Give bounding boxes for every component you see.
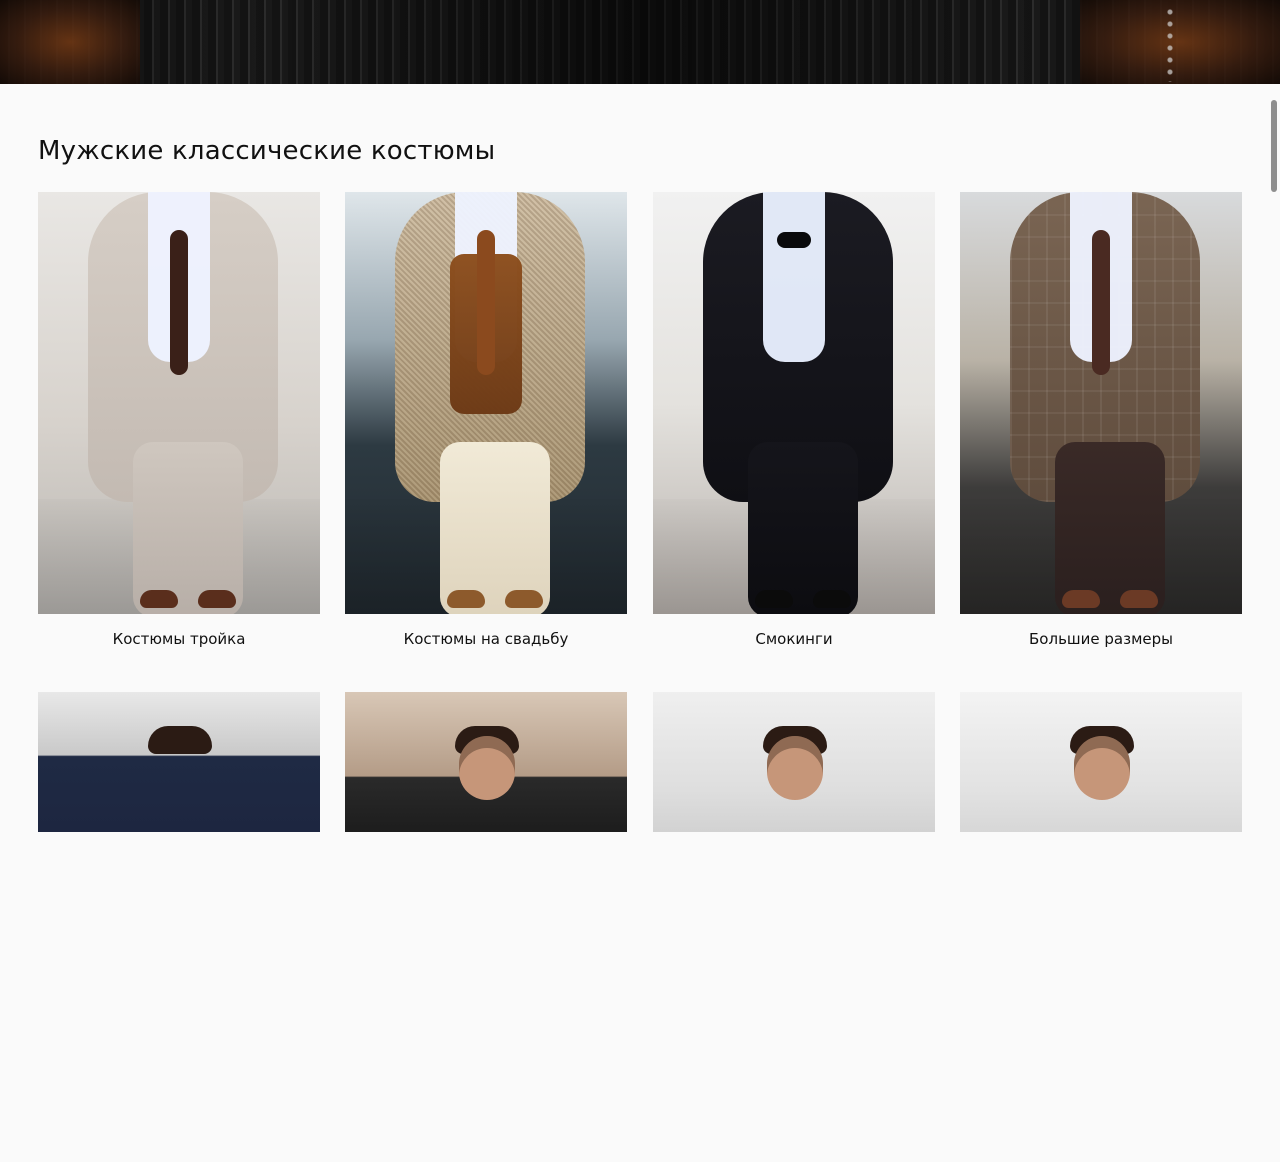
- face: [767, 736, 823, 800]
- shoe: [505, 590, 543, 608]
- suit-pants: [1055, 442, 1165, 614]
- face: [459, 736, 515, 800]
- category-card-row2-1[interactable]: [38, 692, 320, 1162]
- shoe: [140, 590, 178, 608]
- main-content: Мужские классические костюмы Костюмы тро…: [0, 84, 1280, 832]
- suit-pants: [133, 442, 243, 614]
- category-image[interactable]: [653, 692, 935, 832]
- hero-warm-left: [0, 0, 140, 84]
- shoe: [198, 590, 236, 608]
- scrollbar-thumb[interactable]: [1271, 100, 1277, 192]
- category-card-row2-2[interactable]: [345, 692, 627, 1162]
- face: [1074, 736, 1130, 800]
- category-image[interactable]: [960, 692, 1242, 832]
- category-label[interactable]: Большие размеры: [960, 630, 1242, 648]
- shirt: [763, 192, 825, 362]
- shoe: [1120, 590, 1158, 608]
- shoe: [1062, 590, 1100, 608]
- hero-decorative-buttons: [1162, 6, 1178, 82]
- category-image[interactable]: [653, 192, 935, 614]
- bowtie: [777, 232, 811, 248]
- category-image[interactable]: [345, 692, 627, 832]
- category-image[interactable]: [38, 692, 320, 832]
- shoe: [755, 590, 793, 608]
- category-card-row2-3[interactable]: [653, 692, 935, 1162]
- category-card-tuxedos[interactable]: Смокинги: [653, 192, 935, 662]
- category-label[interactable]: Костюмы на свадьбу: [345, 630, 627, 648]
- tie: [170, 230, 188, 375]
- hero-banner: [0, 0, 1280, 84]
- tie: [1092, 230, 1110, 375]
- hero-warm-right: [1080, 0, 1280, 84]
- category-card-tripletsuits[interactable]: Костюмы тройка: [38, 192, 320, 662]
- category-image[interactable]: [38, 192, 320, 614]
- shoe: [447, 590, 485, 608]
- category-image[interactable]: [960, 192, 1242, 614]
- tie: [477, 230, 495, 375]
- category-image[interactable]: [345, 192, 627, 614]
- hair: [148, 726, 212, 754]
- category-card-plus-size[interactable]: Большие размеры: [960, 192, 1242, 662]
- suit-pants: [748, 442, 858, 614]
- category-label[interactable]: Смокинги: [653, 630, 935, 648]
- suit-pants: [440, 442, 550, 614]
- category-photo: [38, 692, 320, 832]
- vertical-scrollbar[interactable]: [1268, 84, 1280, 800]
- category-card-row2-4[interactable]: [960, 692, 1242, 1162]
- shoe: [813, 590, 851, 608]
- category-label[interactable]: Костюмы тройка: [38, 630, 320, 648]
- page-title: Мужские классические костюмы: [38, 136, 496, 166]
- category-card-wedding[interactable]: Костюмы на свадьбу: [345, 192, 627, 662]
